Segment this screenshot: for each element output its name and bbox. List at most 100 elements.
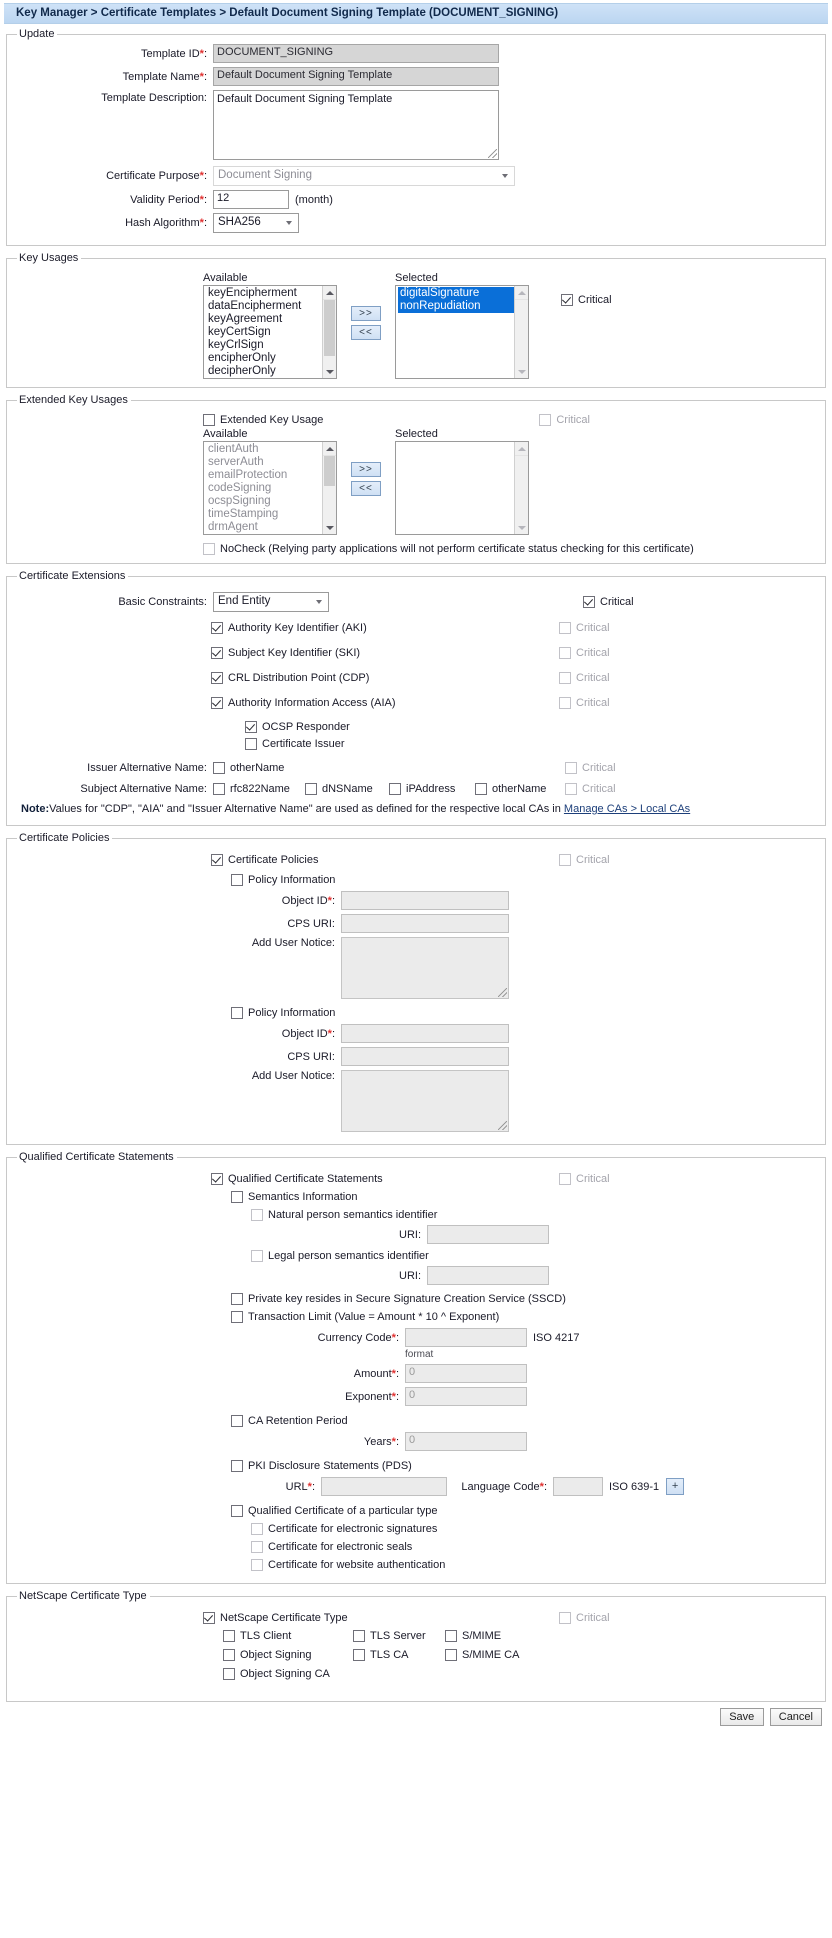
- netscape-option-checkbox[interactable]: [445, 1630, 457, 1642]
- scroll-down-button[interactable]: [515, 365, 528, 378]
- scroll-up-button[interactable]: [515, 442, 528, 456]
- eku-nocheck[interactable]: NoCheck (Relying party applications will…: [203, 543, 817, 555]
- san-option-checkbox[interactable]: [475, 783, 487, 795]
- eku-enable-checkbox[interactable]: [203, 414, 215, 426]
- key-usages-available-list[interactable]: keyEncipherment dataEncipherment keyAgreem…: [203, 285, 337, 379]
- save-button[interactable]: Save: [719, 1708, 764, 1726]
- san-option[interactable]: otherName: [475, 783, 565, 795]
- resize-handle-icon[interactable]: [488, 149, 497, 158]
- qc-esig-checkbox[interactable]: [251, 1523, 263, 1535]
- ian-critical[interactable]: Critical: [565, 762, 651, 774]
- policy-information[interactable]: Policy Information: [231, 874, 817, 886]
- scrollbar[interactable]: [322, 442, 336, 534]
- resize-handle-icon[interactable]: [498, 1121, 507, 1130]
- ca-retention-period-checkbox[interactable]: [231, 1415, 243, 1427]
- manage-cas-link[interactable]: Manage CAs > Local CAs: [564, 803, 690, 815]
- list-item[interactable]: dataEncipherment: [206, 300, 336, 313]
- ca-retention-period[interactable]: CA Retention Period: [231, 1415, 817, 1427]
- scroll-up-button[interactable]: [323, 442, 336, 456]
- amount-field[interactable]: 0: [405, 1364, 527, 1383]
- pds-url-field[interactable]: [321, 1477, 447, 1496]
- semantics-information[interactable]: Semantics Information: [231, 1191, 817, 1203]
- eku-nocheck-checkbox[interactable]: [203, 543, 215, 555]
- scroll-down-button[interactable]: [323, 521, 336, 534]
- qcs-enable[interactable]: Qualified Certificate Statements: [211, 1173, 559, 1185]
- netscape-option-checkbox[interactable]: [353, 1649, 365, 1661]
- language-code-field[interactable]: [553, 1477, 603, 1496]
- scroll-down-button[interactable]: [323, 365, 336, 378]
- netscape-critical-checkbox[interactable]: [559, 1612, 571, 1624]
- list-item[interactable]: codeSigning: [206, 482, 336, 495]
- certificate-policies-critical-checkbox[interactable]: [559, 854, 571, 866]
- list-item[interactable]: keyCertSign: [206, 326, 336, 339]
- eku-remove-button[interactable]: <<: [351, 481, 381, 496]
- netscape-option[interactable]: TLS Client: [223, 1630, 353, 1642]
- eku-enable[interactable]: Extended Key Usage: [203, 414, 323, 426]
- natural-person-uri-field[interactable]: [427, 1225, 549, 1244]
- scroll-up-button[interactable]: [323, 286, 336, 300]
- template-name-field[interactable]: Default Document Signing Template: [213, 67, 499, 86]
- pds-add-button[interactable]: +: [666, 1478, 685, 1495]
- ski-critical-checkbox[interactable]: [559, 647, 571, 659]
- netscape-option[interactable]: S/MIME CA: [445, 1649, 565, 1661]
- key-usages-add-button[interactable]: >>: [351, 306, 381, 321]
- cdp-critical[interactable]: Critical: [559, 672, 645, 684]
- key-usages-critical-checkbox[interactable]: [561, 294, 573, 306]
- resize-handle-icon[interactable]: [498, 988, 507, 997]
- legal-person-semantics[interactable]: Legal person semantics identifier: [251, 1250, 817, 1262]
- netscape-enable-checkbox[interactable]: [203, 1612, 215, 1624]
- basic-constraints-select[interactable]: End Entity: [213, 592, 329, 612]
- aia-checkbox[interactable]: [211, 697, 223, 709]
- validity-period-field[interactable]: 12: [213, 190, 289, 209]
- aia-critical[interactable]: Critical: [559, 697, 645, 709]
- netscape-enable[interactable]: NetScape Certificate Type: [203, 1612, 559, 1624]
- aki-checkbox[interactable]: [211, 622, 223, 634]
- natural-person-semantics-checkbox[interactable]: [251, 1209, 263, 1221]
- policy-information-checkbox[interactable]: [231, 874, 243, 886]
- list-item[interactable]: ocspSigning: [206, 495, 336, 508]
- cps-uri-field[interactable]: [341, 914, 509, 933]
- list-item[interactable]: drmAgent: [206, 521, 336, 534]
- sscd-checkbox[interactable]: [231, 1293, 243, 1305]
- cdp-critical-checkbox[interactable]: [559, 672, 571, 684]
- ski-checkbox[interactable]: [211, 647, 223, 659]
- san-critical-checkbox[interactable]: [565, 783, 577, 795]
- key-usages-selected-list[interactable]: digitalSignature nonRepudiation: [395, 285, 529, 379]
- key-usages-critical[interactable]: Critical: [561, 294, 647, 306]
- netscape-option-checkbox[interactable]: [223, 1668, 235, 1680]
- sscd[interactable]: Private key resides in Secure Signature …: [231, 1293, 817, 1305]
- scrollbar[interactable]: [514, 442, 528, 534]
- netscape-option[interactable]: TLS CA: [353, 1649, 445, 1661]
- list-item[interactable]: keyCrlSign: [206, 339, 336, 352]
- qcs-enable-checkbox[interactable]: [211, 1173, 223, 1185]
- list-item[interactable]: keyEncipherment: [206, 287, 336, 300]
- qcs-critical-checkbox[interactable]: [559, 1173, 571, 1185]
- user-notice-field[interactable]: [341, 1070, 509, 1132]
- list-item[interactable]: nonRepudiation: [398, 300, 528, 313]
- netscape-option[interactable]: Object Signing CA: [223, 1668, 353, 1680]
- list-item[interactable]: keyAgreement: [206, 313, 336, 326]
- list-item[interactable]: clientAuth: [206, 443, 336, 456]
- years-field[interactable]: 0: [405, 1432, 527, 1451]
- list-item[interactable]: serverAuth: [206, 456, 336, 469]
- ocsp-responder[interactable]: OCSP Responder: [245, 721, 817, 733]
- aia[interactable]: Authority Information Access (AIA): [211, 697, 559, 709]
- san-option-checkbox[interactable]: [389, 783, 401, 795]
- ian-othername-checkbox[interactable]: [213, 762, 225, 774]
- aki-critical-checkbox[interactable]: [559, 622, 571, 634]
- scrollbar[interactable]: [322, 286, 336, 378]
- basic-constraints-critical[interactable]: Critical: [583, 596, 669, 608]
- aki-critical[interactable]: Critical: [559, 622, 645, 634]
- list-item[interactable]: digitalSignature: [398, 287, 528, 300]
- eku-critical-checkbox[interactable]: [539, 414, 552, 426]
- policy-information[interactable]: Policy Information: [231, 1007, 817, 1019]
- user-notice-field[interactable]: [341, 937, 509, 999]
- certificate-purpose-select[interactable]: Document Signing: [213, 166, 515, 186]
- san-option[interactable]: iPAddress: [389, 783, 475, 795]
- qc-web[interactable]: Certificate for website authentication: [251, 1559, 817, 1571]
- semantics-information-checkbox[interactable]: [231, 1191, 243, 1203]
- object-id-field[interactable]: [341, 891, 509, 910]
- scrollbar[interactable]: [514, 286, 528, 378]
- cdp-checkbox[interactable]: [211, 672, 223, 684]
- list-item[interactable]: decipherOnly: [206, 365, 336, 378]
